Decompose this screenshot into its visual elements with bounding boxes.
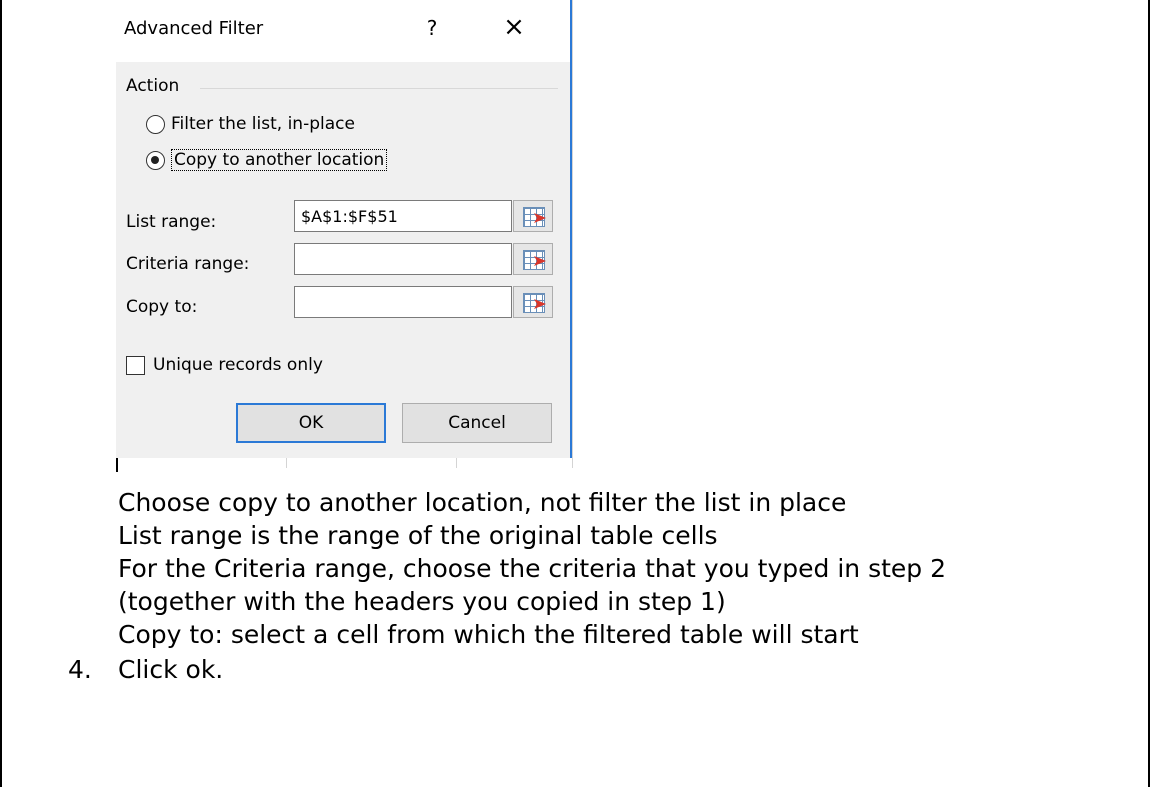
list-range-collapse-button[interactable]	[513, 200, 553, 232]
instruction-line: For the Criteria range, choose the crite…	[118, 554, 947, 583]
criteria-range-input[interactable]	[294, 243, 512, 275]
radio-button-selected[interactable]	[146, 150, 165, 170]
radio-label: Filter the list, in-place	[171, 114, 355, 134]
dialog-screenshot: Advanced Filter ? × Action Filter the li…	[116, 0, 577, 468]
radio-button[interactable]	[146, 114, 165, 134]
sheet-gridline	[572, 0, 573, 468]
list-range-label: List range:	[126, 212, 217, 232]
instruction-line: List range is the range of the original …	[118, 521, 718, 550]
instruction-line: Copy to: select a cell from which the fi…	[118, 620, 859, 649]
criteria-range-label: Criteria range:	[126, 254, 250, 274]
dialog-title: Advanced Filter	[124, 18, 264, 39]
unique-records-checkbox-row[interactable]: Unique records only	[126, 352, 323, 378]
document-border-right	[1148, 0, 1150, 787]
copy-to-collapse-button[interactable]	[513, 286, 553, 318]
document-border-left	[0, 0, 2, 787]
advanced-filter-dialog: Advanced Filter ? × Action Filter the li…	[116, 0, 572, 458]
instruction-line: Choose copy to another location, not fil…	[118, 488, 847, 517]
copy-to-label: Copy to:	[126, 297, 198, 317]
instruction-line: (together with the headers you copied in…	[118, 587, 726, 616]
list-range-input[interactable]	[294, 200, 512, 232]
step-number: 4.	[68, 655, 92, 684]
ok-button[interactable]: OK	[236, 403, 386, 443]
radio-label: Copy to another location	[171, 149, 388, 171]
radio-copy-to-location[interactable]: Copy to another location	[146, 146, 388, 174]
cancel-button[interactable]: Cancel	[402, 403, 552, 443]
step-text: Click ok.	[118, 655, 224, 684]
unique-records-label: Unique records only	[153, 355, 323, 375]
dialog-titlebar: Advanced Filter ? ×	[116, 0, 570, 62]
radio-filter-in-place[interactable]: Filter the list, in-place	[146, 110, 355, 138]
unique-records-checkbox[interactable]	[126, 355, 145, 375]
copy-to-input[interactable]	[294, 286, 512, 318]
criteria-range-collapse-button[interactable]	[513, 243, 553, 275]
group-divider	[200, 88, 558, 89]
action-group-label: Action	[126, 76, 180, 96]
help-button[interactable]: ?	[421, 16, 443, 40]
close-button[interactable]: ×	[499, 12, 529, 42]
text-cursor	[116, 458, 118, 472]
